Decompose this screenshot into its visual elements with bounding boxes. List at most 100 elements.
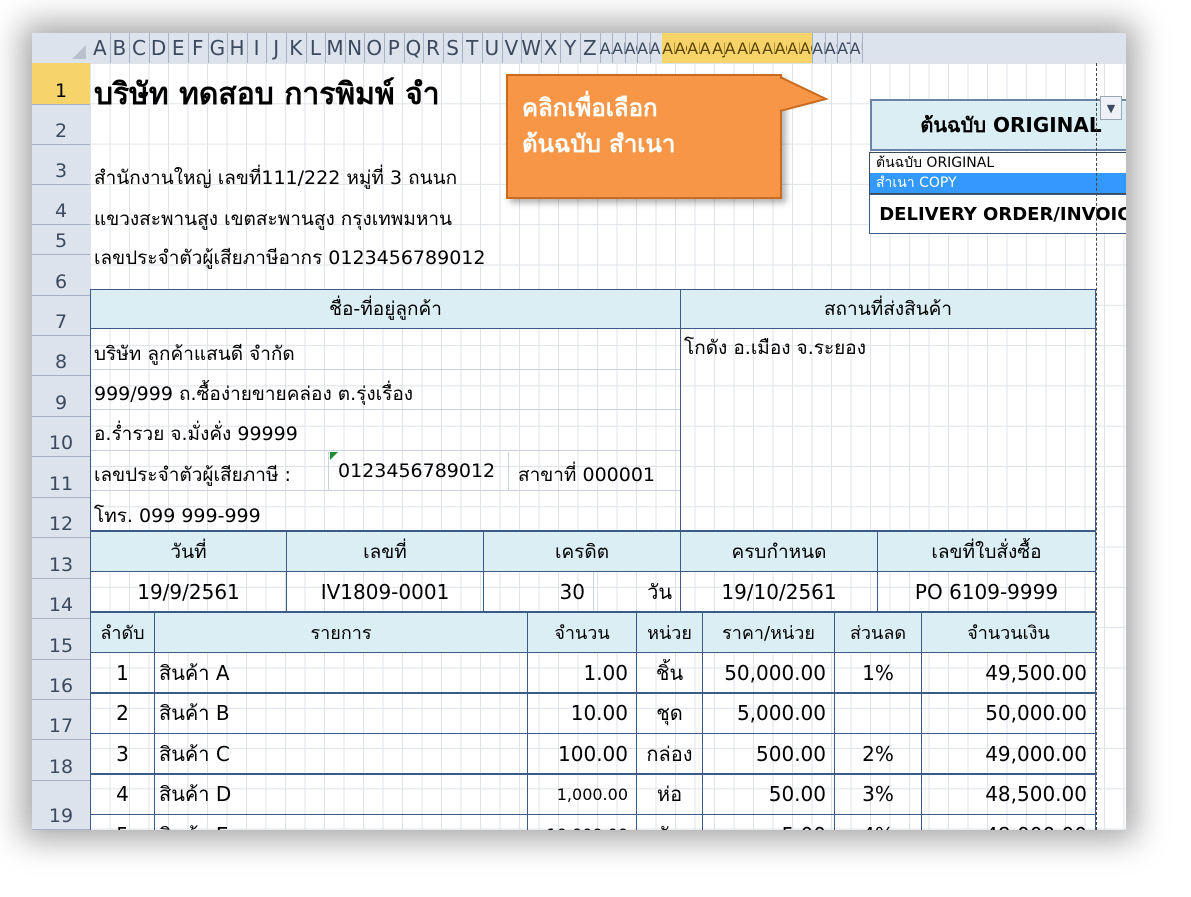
company-name[interactable]: บริษัท ทดสอบ การพิมพ์ จำ (94, 71, 440, 118)
info-header-date[interactable]: วันที่ (90, 531, 287, 572)
item-desc-cell[interactable]: สินค้า E (154, 814, 528, 830)
items-header-no[interactable]: ลำดับ (90, 612, 155, 653)
column-header-ak[interactable]: AK (724, 33, 739, 63)
row-header-6[interactable]: 6 (32, 255, 90, 296)
item-unit-cell[interactable]: ชิ้น (636, 652, 703, 693)
column-header-af[interactable]: AF (662, 33, 676, 63)
item-qty-cell[interactable]: 10,000.00 (527, 814, 637, 830)
item-desc-cell[interactable]: สินค้า B (154, 692, 528, 734)
item-price-cell[interactable]: 500.00 (702, 733, 835, 774)
row-header-13[interactable]: 13 (32, 538, 90, 579)
info-header-number[interactable]: เลขที่ (286, 531, 484, 572)
column-header-ao[interactable]: AO (774, 33, 789, 63)
item-qty-cell[interactable]: 100.00 (527, 733, 637, 774)
item-disc-cell[interactable]: 2% (834, 733, 922, 774)
info-date[interactable]: 19/9/2561 (90, 571, 287, 612)
column-header-n[interactable]: N (345, 33, 366, 63)
item-desc-cell[interactable]: สินค้า C (154, 733, 528, 774)
item-amount-cell[interactable]: 48,500.00 (921, 773, 1096, 815)
customer-address-2[interactable]: อ.ร่ำรวย จ.มั่งคั่ง 99999 (94, 419, 298, 449)
column-header-am[interactable]: AM (749, 33, 764, 63)
customer-header[interactable]: ชื่อ-ที่อยู่ลูกค้า (90, 289, 681, 329)
column-header-f[interactable]: F (188, 33, 209, 63)
column-header-aq[interactable]: AQ (799, 33, 814, 63)
column-header-p[interactable]: P (384, 33, 405, 63)
row-header-8[interactable]: 8 (32, 336, 90, 376)
column-header-d[interactable]: D (149, 33, 170, 63)
row-header-1[interactable]: 1 (32, 63, 90, 105)
info-header-po[interactable]: เลขที่ใบสั่งซื้อ (877, 531, 1096, 572)
column-header-k[interactable]: K (286, 33, 307, 63)
item-no-cell[interactable]: 1 (90, 652, 155, 693)
info-due[interactable]: 19/10/2561 (680, 571, 878, 612)
column-header-g[interactable]: G (208, 33, 229, 63)
column-header-z[interactable]: Z (580, 33, 601, 63)
row-header-19[interactable]: 19 (32, 781, 90, 830)
row-header-16[interactable]: 16 (32, 660, 90, 700)
item-no-cell[interactable]: 5 (90, 814, 155, 830)
item-amount-cell[interactable]: 49,500.00 (921, 652, 1096, 693)
column-header-m[interactable]: M (325, 33, 346, 63)
item-disc-cell[interactable] (834, 692, 922, 734)
company-address-2[interactable]: แขวงสะพานสูง เขตสะพานสูง กรุงเทพมหาน (94, 204, 452, 234)
item-unit-cell[interactable]: อัน (636, 814, 703, 830)
item-unit-cell[interactable]: กล่อง (636, 733, 703, 774)
ship-to-header[interactable]: สถานที่ส่งสินค้า (680, 289, 1096, 329)
info-credit[interactable]: 30 (483, 571, 594, 612)
row-header-3[interactable]: 3 (32, 145, 90, 185)
row-header-17[interactable]: 17 (32, 700, 90, 740)
item-unit-cell[interactable]: ห่อ (636, 773, 703, 815)
row-header-9[interactable]: 9 (32, 376, 90, 417)
row-header-2[interactable]: 2 (32, 105, 90, 145)
items-header-discount[interactable]: ส่วนลด (834, 612, 922, 653)
column-header-au[interactable]: AU (850, 33, 864, 63)
column-header-u[interactable]: U (482, 33, 503, 63)
column-header-r[interactable]: R (423, 33, 444, 63)
column-header-al[interactable]: AL (737, 33, 751, 63)
item-desc-cell[interactable]: สินค้า A (154, 652, 528, 693)
column-header-ai[interactable]: AI (699, 33, 714, 63)
row-header-7[interactable]: 7 (32, 296, 90, 336)
column-header-as[interactable]: AS (825, 33, 839, 63)
column-header-ae[interactable]: AE (650, 33, 664, 63)
item-disc-cell[interactable]: 1% (834, 652, 922, 693)
item-no-cell[interactable]: 4 (90, 773, 155, 815)
column-header-aa[interactable]: AA (600, 33, 614, 63)
column-header-x[interactable]: X (541, 33, 562, 63)
column-header-ac[interactable]: AC (625, 33, 639, 63)
column-header-a[interactable]: A (90, 33, 111, 63)
customer-taxid[interactable]: 0123456789012 (338, 460, 495, 482)
row-header-18[interactable]: 18 (32, 740, 90, 781)
column-header-ad[interactable]: AD (637, 33, 651, 63)
info-po[interactable]: PO 6109-9999 (877, 571, 1096, 612)
item-price-cell[interactable]: 50.00 (702, 773, 835, 815)
doc-type-cell[interactable]: ต้นฉบับ ORIGINAL (870, 99, 1126, 151)
info-header-credit[interactable]: เครดิต (483, 531, 681, 572)
item-no-cell[interactable]: 2 (90, 692, 155, 734)
row-header-15[interactable]: 15 (32, 619, 90, 660)
dropdown-arrow-button[interactable]: ▼ (1100, 96, 1122, 120)
doc-type-dropdown-list[interactable]: ต้นฉบับ ORIGINAL สำเนา COPY (869, 152, 1126, 194)
customer-phone[interactable]: โทร. 099 999-999 (94, 501, 261, 531)
info-number[interactable]: IV1809-0001 (286, 571, 484, 612)
info-credit-unit[interactable]: วัน (593, 571, 681, 612)
column-header-an[interactable]: AN (762, 33, 776, 63)
column-header-o[interactable]: O (364, 33, 385, 63)
customer-address-1[interactable]: 999/999 ถ.ซื้อง่ายขายคล่อง ต.รุ่งเรื่อง (94, 379, 413, 409)
item-desc-cell[interactable]: สินค้า D (154, 773, 528, 815)
column-header-ah[interactable]: AH (687, 33, 701, 63)
items-header-price[interactable]: ราคา/หน่วย (702, 612, 835, 653)
select-all-corner[interactable] (32, 33, 90, 63)
customer-branch[interactable]: สาขาที่ 000001 (518, 460, 655, 490)
item-price-cell[interactable]: 5,000.00 (702, 692, 835, 734)
company-address-1[interactable]: สำนักงานใหญ่ เลขที่111/222 หมู่ที่ 3 ถนน… (94, 163, 457, 193)
ship-to-address[interactable]: โกดัง อ.เมือง จ.ระยอง (684, 333, 866, 363)
column-header-ar[interactable]: AR (812, 33, 826, 63)
row-header-14[interactable]: 14 (32, 579, 90, 619)
column-header-c[interactable]: C (129, 33, 150, 63)
column-header-l[interactable]: L (306, 33, 327, 63)
item-unit-cell[interactable]: ชุด (636, 692, 703, 734)
column-header-at[interactable]: AT (837, 33, 851, 63)
column-header-b[interactable]: B (110, 33, 131, 63)
item-price-cell[interactable]: 50,000.00 (702, 652, 835, 693)
